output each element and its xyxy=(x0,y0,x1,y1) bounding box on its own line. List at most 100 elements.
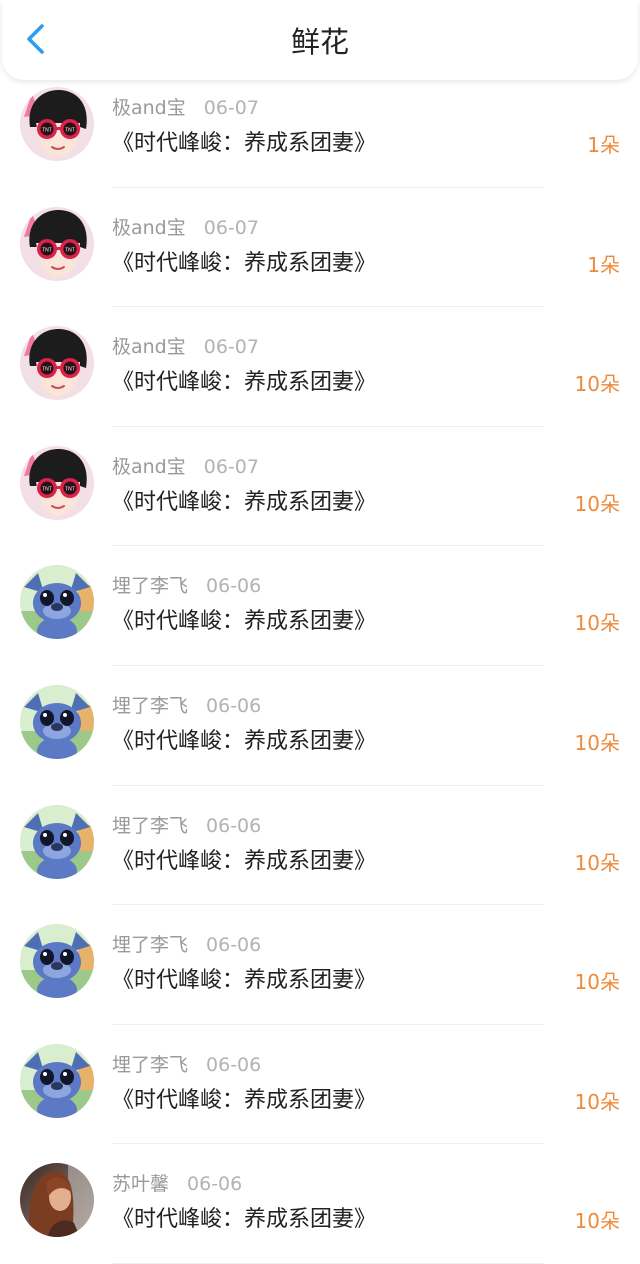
row-divider xyxy=(112,1023,544,1025)
book-title[interactable]: 《时代峰峻：养成系团妻》 xyxy=(112,1203,376,1237)
flower-count: 10朵 xyxy=(574,611,620,636)
user-avatar[interactable]: TNT TNT xyxy=(20,326,94,401)
user-name-line: 埋了李飞 06-06 xyxy=(112,573,261,599)
flower-count: 10朵 xyxy=(574,372,620,397)
flower-record-row[interactable]: TNT TNT 极and宝 06-07 《时代峰峻：养成系团妻》 10朵 xyxy=(0,439,640,559)
row-divider xyxy=(112,904,544,906)
book-title[interactable]: 《时代峰峻：养成系团妻》 xyxy=(112,605,376,639)
record-date: 06-06 xyxy=(206,934,262,957)
row-divider xyxy=(112,1143,544,1145)
svg-text:TNT: TNT xyxy=(42,128,52,134)
user-name-line: 埋了李飞 06-06 xyxy=(112,932,261,958)
user-avatar[interactable] xyxy=(20,1043,94,1118)
user-name-line: 极and宝 06-07 xyxy=(112,334,259,360)
svg-text:TNT: TNT xyxy=(65,367,75,373)
user-name-line: 苏叶馨 06-06 xyxy=(112,1171,242,1197)
record-date: 06-07 xyxy=(203,336,259,359)
record-date: 06-07 xyxy=(203,97,259,119)
user-name-line: 埋了李飞 06-06 xyxy=(112,1052,261,1078)
flower-count: 10朵 xyxy=(574,970,620,995)
row-divider xyxy=(112,186,544,188)
flower-record-row[interactable]: 埋了李飞 06-06 《时代峰峻：养成系团妻》 10朵 xyxy=(0,917,640,1037)
user-name-line: 极and宝 06-07 xyxy=(112,454,259,480)
user-avatar[interactable]: TNT TNT xyxy=(20,206,94,281)
user-name: 埋了李飞 xyxy=(112,1053,189,1076)
top-navigation-bar: 鲜花 xyxy=(2,0,638,80)
flowers-page: 鲜花 TNT TNT 极and宝 06-07 《时代峰峻：养成系团妻》 1朵 T… xyxy=(0,0,640,1264)
svg-text:TNT: TNT xyxy=(65,486,75,492)
user-name-line: 极and宝 06-07 xyxy=(112,95,259,121)
row-divider xyxy=(112,425,544,427)
flower-count: 10朵 xyxy=(574,1089,620,1114)
flower-record-row[interactable]: TNT TNT 极and宝 06-07 《时代峰峻：养成系团妻》 10朵 xyxy=(0,319,640,439)
flower-record-row[interactable]: 苏叶馨 06-06 《时代峰峻：养成系团妻》 10朵 xyxy=(0,1156,640,1264)
book-title[interactable]: 《时代峰峻：养成系团妻》 xyxy=(112,1084,376,1118)
svg-text:TNT: TNT xyxy=(65,247,75,253)
flower-count: 1朵 xyxy=(587,133,620,157)
record-date: 06-06 xyxy=(206,575,262,598)
row-divider xyxy=(112,784,544,786)
user-avatar[interactable]: TNT TNT xyxy=(20,87,94,161)
svg-text:TNT: TNT xyxy=(42,247,52,253)
user-avatar[interactable] xyxy=(20,1163,94,1238)
avatar-girl-tnt-glasses-image: TNT TNT xyxy=(20,206,94,281)
book-title[interactable]: 《时代峰峻：养成系团妻》 xyxy=(112,247,376,281)
book-title[interactable]: 《时代峰峻：养成系团妻》 xyxy=(112,964,376,998)
avatar-girl-tnt-glasses-image: TNT TNT xyxy=(20,326,94,401)
record-date: 06-07 xyxy=(203,455,259,478)
avatar-stitch-cartoon-image xyxy=(20,565,94,640)
user-name: 极and宝 xyxy=(112,97,186,119)
svg-text:TNT: TNT xyxy=(42,367,52,373)
record-date: 06-06 xyxy=(206,694,262,717)
user-name: 极and宝 xyxy=(112,336,186,359)
book-title[interactable]: 《时代峰峻：养成系团妻》 xyxy=(112,845,376,879)
user-avatar[interactable] xyxy=(20,804,94,879)
user-name: 苏叶馨 xyxy=(112,1173,170,1196)
flower-record-row[interactable]: 埋了李飞 06-06 《时代峰峻：养成系团妻》 10朵 xyxy=(0,798,640,918)
record-date: 06-07 xyxy=(203,216,259,239)
flower-record-row[interactable]: 埋了李飞 06-06 《时代峰峻：养成系团妻》 10朵 xyxy=(0,558,640,678)
svg-text:TNT: TNT xyxy=(65,128,75,134)
record-date: 06-06 xyxy=(187,1173,243,1196)
flower-record-row[interactable]: 埋了李飞 06-06 《时代峰峻：养成系团妻》 10朵 xyxy=(0,1037,640,1157)
avatar-girl-tnt-glasses-image: TNT TNT xyxy=(20,445,94,520)
user-name: 极and宝 xyxy=(112,216,186,239)
avatar-photo-woman-image xyxy=(20,1163,94,1238)
flower-count: 1朵 xyxy=(587,252,620,277)
flower-count: 10朵 xyxy=(574,850,620,875)
record-date: 06-06 xyxy=(206,814,262,837)
row-divider xyxy=(112,306,544,308)
book-title[interactable]: 《时代峰峻：养成系团妻》 xyxy=(112,127,376,161)
user-avatar[interactable] xyxy=(20,684,94,759)
avatar-stitch-cartoon-image xyxy=(20,804,94,879)
user-name: 埋了李飞 xyxy=(112,575,189,598)
flower-record-row[interactable]: 埋了李飞 06-06 《时代峰峻：养成系团妻》 10朵 xyxy=(0,678,640,798)
svg-text:TNT: TNT xyxy=(42,486,52,492)
avatar-stitch-cartoon-image xyxy=(20,924,94,999)
user-name: 埋了李飞 xyxy=(112,934,189,957)
user-name-line: 极and宝 06-07 xyxy=(112,215,259,241)
page-title: 鲜花 xyxy=(290,25,349,59)
user-name: 埋了李飞 xyxy=(112,814,189,837)
avatar-girl-tnt-glasses-image: TNT TNT xyxy=(20,87,94,161)
user-name-line: 埋了李飞 06-06 xyxy=(112,693,261,719)
record-date: 06-06 xyxy=(206,1053,262,1076)
user-avatar[interactable] xyxy=(20,924,94,999)
book-title[interactable]: 《时代峰峻：养成系团妻》 xyxy=(112,725,376,759)
book-title[interactable]: 《时代峰峻：养成系团妻》 xyxy=(112,486,376,520)
flower-record-row[interactable]: TNT TNT 极and宝 06-07 《时代峰峻：养成系团妻》 1朵 xyxy=(0,200,640,320)
book-title[interactable]: 《时代峰峻：养成系团妻》 xyxy=(112,366,376,400)
flower-record-row[interactable]: TNT TNT 极and宝 06-07 《时代峰峻：养成系团妻》 1朵 xyxy=(0,80,640,200)
user-avatar[interactable] xyxy=(20,565,94,640)
user-name: 埋了李飞 xyxy=(112,694,189,717)
flower-record-list: TNT TNT 极and宝 06-07 《时代峰峻：养成系团妻》 1朵 TNT T… xyxy=(0,80,640,1264)
flower-count: 10朵 xyxy=(574,491,620,516)
row-divider xyxy=(112,664,544,666)
flower-count: 10朵 xyxy=(574,730,620,755)
row-divider xyxy=(112,545,544,547)
avatar-stitch-cartoon-image xyxy=(20,684,94,759)
avatar-stitch-cartoon-image xyxy=(20,1043,94,1118)
flower-count: 10朵 xyxy=(574,1209,620,1234)
user-avatar[interactable]: TNT TNT xyxy=(20,445,94,520)
user-name-line: 埋了李飞 06-06 xyxy=(112,813,261,839)
